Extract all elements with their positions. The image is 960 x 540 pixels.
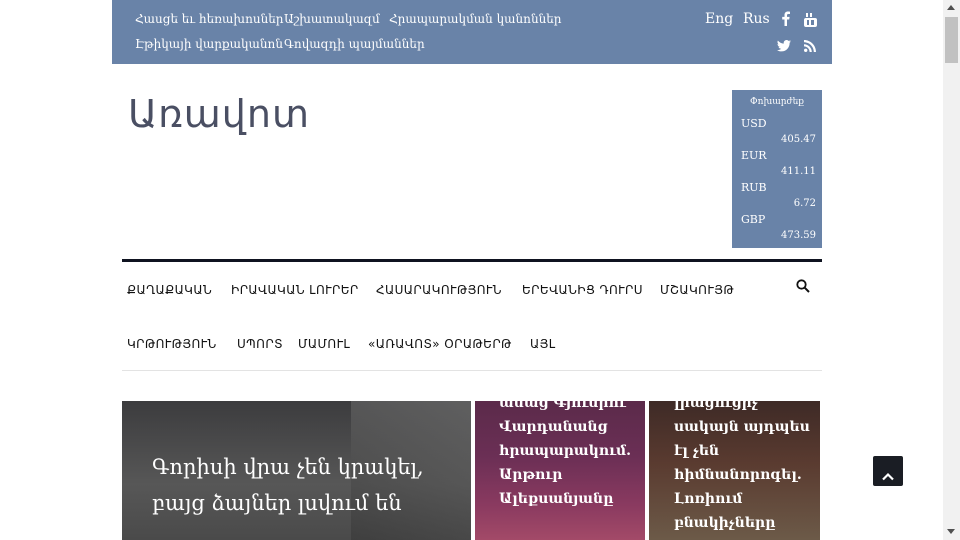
top-bar: Հասցե եւ հեռախոսներ Աշխատակազմ Հրապարակմ…	[112, 0, 832, 64]
site-logo[interactable]: Առավոտ	[128, 88, 309, 152]
nav-item-press[interactable]: ՄԱՄՈՒԼ	[298, 337, 350, 351]
lang-english-link[interactable]: Eng	[705, 11, 733, 27]
currency-title: Փոխարժեք	[750, 97, 804, 107]
nav-bottom-divider	[122, 370, 822, 371]
currency-rate-usd: 405.47	[781, 134, 816, 145]
nav-top-rule	[122, 259, 822, 262]
article-card[interactable]: ասաց Գյումրու Վարդանանց հրապարակում. Արթ…	[475, 401, 645, 540]
nav-item-sport[interactable]: ՍՊՈՐՏ	[237, 337, 283, 351]
search-icon[interactable]	[796, 278, 812, 294]
currency-rate-eur: 411.11	[781, 166, 816, 177]
publication-rules-link[interactable]: Հրապարակման կանոններ	[389, 12, 561, 26]
nav-item-society[interactable]: ՀԱՍԱՐԱԿՈՒԹՅՈՒՆ	[376, 283, 502, 297]
currency-code-eur: EUR	[741, 149, 767, 162]
logo-text: Առավոտ	[128, 92, 310, 136]
scroll-to-top-button[interactable]	[873, 456, 903, 486]
article-title[interactable]: լրացուցիչ սակայն այդպես էլ չեն հիմնանորո…	[674, 401, 814, 535]
nav-item-outside-yerevan[interactable]: ԵՐԵՎԱՆԻՑ ԴՈՒՐՍ	[522, 283, 643, 297]
currency-widget: Փոխարժեք USD 405.47 EUR 411.11 RUB 6.72 …	[732, 90, 822, 248]
nav-item-other[interactable]: ԱՅԼ	[530, 337, 556, 351]
youtube-icon[interactable]	[804, 12, 817, 31]
contacts-link[interactable]: Հասցե եւ հեռախոսներ	[135, 12, 283, 26]
article-card[interactable]: լրացուցիչ սակայն այդպես էլ չեն հիմնանորո…	[649, 401, 820, 540]
scroll-thumb[interactable]	[945, 17, 958, 63]
lang-russian-link[interactable]: Rus	[743, 11, 770, 27]
rss-icon[interactable]	[804, 37, 816, 56]
currency-code-usd: USD	[741, 117, 767, 130]
nav-item-legal-news[interactable]: ԻՐԱՎԱԿԱՆ ԼՈՒՐԵՐ	[231, 283, 359, 297]
twitter-icon[interactable]	[777, 37, 791, 56]
currency-code-rub: RUB	[741, 181, 767, 194]
featured-article-card[interactable]: Գորիսի վրա չեն կրակել, բայց ձայներ լսվու…	[122, 401, 471, 540]
nav-item-education[interactable]: ԿՐԹՈՒԹՅՈՒՆ	[127, 337, 217, 351]
scroll-up-arrow[interactable]	[947, 5, 955, 10]
currency-code-gbp: GBP	[741, 213, 766, 226]
staff-link[interactable]: Աշխատակազմ	[284, 12, 380, 26]
page-scrollbar[interactable]	[943, 0, 960, 540]
chevron-up-icon	[882, 466, 894, 485]
article-title[interactable]: ասաց Գյումրու Վարդանանց հրապարակում. Արթ…	[499, 401, 639, 511]
facebook-icon[interactable]	[781, 11, 790, 30]
nav-item-newspaper[interactable]: «ԱՌԱՎՈՏ» ՕՐԱԹԵՐԹ	[368, 337, 512, 351]
nav-item-culture[interactable]: ՄՇԱԿՈՒՅԹ	[660, 283, 734, 297]
featured-article-title[interactable]: Գորիսի վրա չեն կրակել, բայց ձայներ լսվու…	[152, 449, 452, 521]
currency-rate-gbp: 473.59	[781, 230, 816, 241]
nav-item-politics[interactable]: ՔԱՂԱՔԱԿԱՆ	[127, 283, 212, 297]
currency-rate-rub: 6.72	[793, 198, 816, 209]
advertising-terms-link[interactable]: Գովազդի պայմաններ	[284, 37, 425, 51]
scroll-down-arrow[interactable]	[947, 529, 955, 534]
ethics-code-link[interactable]: Էթիկայի վարքականոն	[135, 37, 283, 51]
